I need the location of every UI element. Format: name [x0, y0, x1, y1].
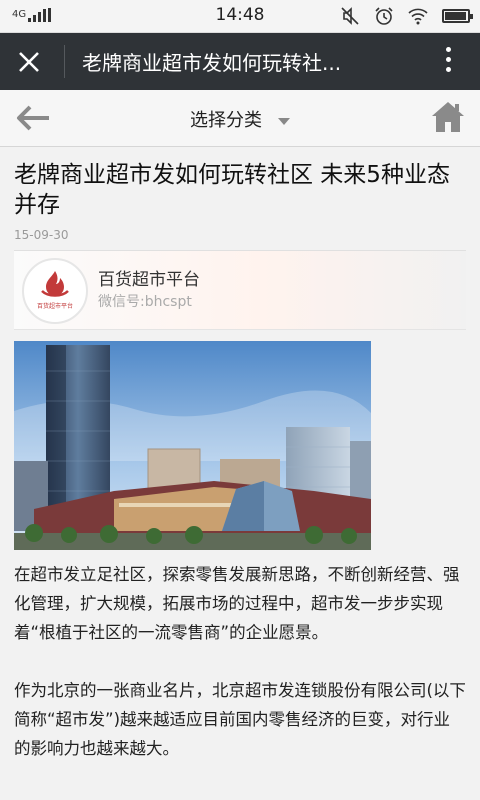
close-icon[interactable] — [14, 47, 44, 77]
category-bar: 选择分类 — [0, 90, 480, 147]
status-bar: 4G 14:48 — [0, 0, 480, 33]
home-icon[interactable] — [430, 100, 466, 134]
page-title: 老牌商业超市发如何玩转社... — [82, 51, 342, 75]
source-logo: 百货超市平台 — [22, 258, 88, 324]
source-wechat-id: 微信号:bhcspt — [98, 294, 192, 310]
source-name: 百货超市平台 — [98, 270, 200, 290]
category-selector[interactable]: 选择分类 — [0, 106, 480, 132]
battery-icon — [442, 9, 473, 23]
article-photo — [14, 341, 371, 550]
chevron-down-icon — [278, 117, 290, 125]
article-date: 15-09-30 — [14, 228, 69, 242]
more-icon[interactable] — [444, 47, 452, 77]
divider — [64, 45, 65, 78]
logo-text: 百货超市平台 — [36, 303, 73, 310]
article: 老牌商业超市发如何玩转社区 未来5种业态并存 15-09-30 百货超市平台 百… — [14, 160, 466, 763]
alarm-icon — [375, 7, 393, 25]
article-paragraph: 作为北京的一张商业名片，北京超市发连锁股份有限公司(以下简称“超市发”)越来越适… — [14, 681, 466, 758]
article-paragraph: 在超市发立足社区，探索零售发展新思路，不断创新经营、强化管理，扩大规模，拓展市场… — [14, 565, 460, 642]
app-bar: 老牌商业超市发如何玩转社... — [0, 33, 480, 90]
article-title: 老牌商业超市发如何玩转社区 未来5种业态并存 — [14, 162, 450, 218]
flame-logo-icon — [41, 271, 69, 297]
mute-icon — [341, 7, 359, 25]
source-card[interactable]: 百货超市平台 百货超市平台 微信号:bhcspt — [14, 250, 466, 330]
category-label: 选择分类 — [190, 110, 262, 131]
wifi-icon — [408, 8, 428, 25]
